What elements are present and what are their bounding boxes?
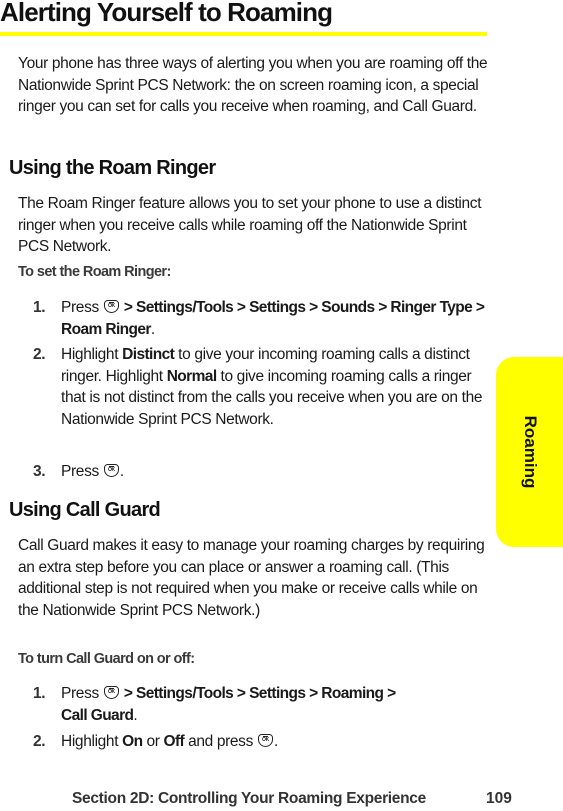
menu-ok-key-icon [103, 686, 119, 699]
call-guard-step-1: 1. Press > Settings/Tools > Settings > R… [33, 683, 493, 726]
step-text: Press [61, 299, 99, 316]
step-number: 2. [33, 733, 46, 750]
step-end: . [119, 463, 124, 480]
step-text: or [146, 733, 160, 750]
page-title: Alerting Yourself to Roaming [0, 0, 333, 27]
menu-path: > Settings/Tools > Settings > Sounds > R… [61, 299, 485, 338]
section-side-tab: Roaming [496, 357, 563, 547]
menu-ok-key-icon [103, 300, 119, 313]
call-guard-description: Call Guard makes it easy to manage your … [18, 537, 485, 619]
call-guard-step-2: 2. Highlight On or Off and press . [33, 731, 493, 753]
section-heading-call-guard: Using Call Guard [9, 499, 161, 521]
footer-section-title: Section 2D: Controlling Your Roaming Exp… [72, 790, 426, 807]
intro-paragraph: Your phone has three ways of alerting yo… [18, 55, 488, 115]
step-end: . [273, 733, 278, 750]
procedure-heading-call-guard: To turn Call Guard on or off: [18, 651, 195, 667]
page-number: 109 [486, 790, 512, 807]
roam-ringer-step-3: 3. Press . [33, 461, 493, 483]
option-on: On [122, 733, 143, 750]
side-tab-label: Roaming [520, 415, 540, 489]
step-number: 3. [33, 463, 46, 480]
step-number: 1. [33, 685, 46, 702]
step-text: and press [188, 733, 253, 750]
option-normal: Normal [166, 367, 217, 385]
step-number: 2. [33, 346, 46, 363]
title-rule [0, 32, 487, 36]
option-off: Off [163, 733, 185, 750]
roam-ringer-step-2: 2. Highlight Distinct to give your incom… [33, 344, 493, 430]
menu-ok-key-icon [103, 464, 119, 477]
step-end: . [150, 320, 155, 338]
step-number: 1. [33, 299, 46, 316]
roam-ringer-description: The Roam Ringer feature allows you to se… [18, 195, 482, 255]
step-end: . [133, 706, 138, 724]
roam-ringer-step-1: 1. Press > Settings/Tools > Settings > S… [33, 297, 493, 340]
step-text: Press [61, 463, 99, 480]
section-heading-roam-ringer: Using the Roam Ringer [9, 157, 216, 179]
procedure-heading-roam-ringer: To set the Roam Ringer: [18, 264, 171, 280]
step-text: Press [61, 685, 99, 702]
menu-ok-key-icon [257, 734, 273, 747]
option-distinct: Distinct [122, 346, 175, 363]
step-text: Highlight [61, 346, 119, 363]
step-text: Highlight [61, 733, 119, 750]
